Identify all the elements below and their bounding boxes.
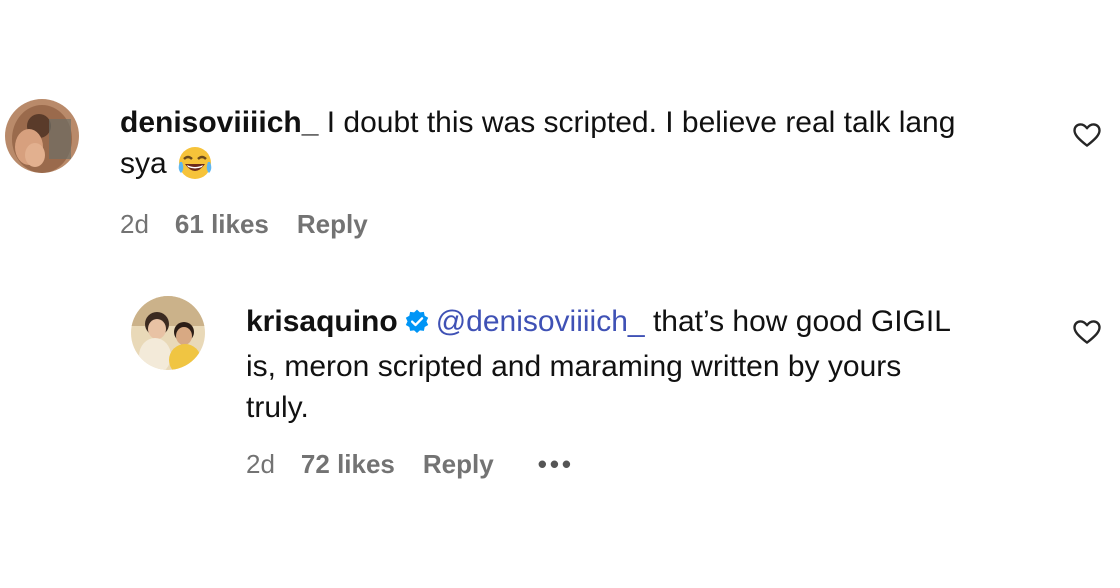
more-options-icon[interactable]: •••: [538, 448, 574, 480]
likes-count[interactable]: 61 likes: [175, 208, 269, 240]
reply-text: krisaquino @denisoviiiich_ that’s how go…: [246, 301, 1046, 428]
comment-username[interactable]: denisoviiiich_: [120, 106, 318, 139]
comment-body: I doubt this was scripted. I believe rea…: [326, 106, 956, 139]
avatar[interactable]: [5, 99, 79, 173]
like-heart-icon[interactable]: [1072, 120, 1102, 150]
reply-time: 2d: [246, 449, 275, 479]
comment-time: 2d: [120, 209, 149, 239]
likes-count[interactable]: 72 likes: [301, 448, 395, 480]
mention-link[interactable]: @denisoviiiich_: [436, 305, 645, 338]
avatar[interactable]: [131, 296, 205, 370]
reply-button[interactable]: Reply: [297, 208, 368, 240]
laughing-emoji-icon: [177, 145, 213, 192]
reply-body: that’s how good GIGIL: [652, 305, 951, 338]
like-heart-icon[interactable]: [1072, 317, 1102, 347]
reply-body-end: truly.: [246, 391, 309, 424]
reply-button[interactable]: Reply: [423, 448, 494, 480]
comment-text: denisoviiiich_ I doubt this was scripted…: [120, 102, 1040, 192]
comment-body-continued: sya: [120, 147, 167, 180]
reply-username[interactable]: krisaquino: [246, 305, 398, 338]
reply-meta: 2d 72 likes Reply •••: [246, 448, 574, 480]
verified-badge-icon: [404, 305, 430, 346]
reply-body-continued: is, meron scripted and maraming written …: [246, 350, 902, 383]
comment-meta: 2d 61 likes Reply: [120, 208, 412, 240]
